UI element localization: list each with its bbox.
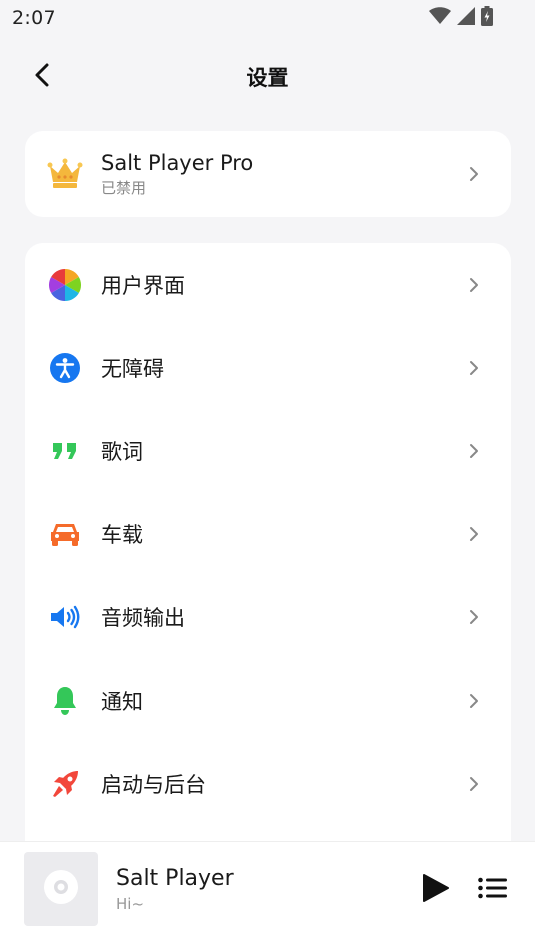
settings-item-startup-background[interactable]: 启动与后台 [25,742,511,825]
settings-item-label: 歌词 [101,439,143,464]
list-icon [478,877,508,903]
settings-item-car[interactable]: 车载 [25,493,511,576]
speaker-icon [47,599,83,635]
status-bar: 2:07 [0,0,535,36]
track-info[interactable]: Salt Player Hi~ [116,866,234,913]
car-icon [47,516,83,552]
chevron-right-icon [467,276,481,294]
settings-item-label: 车载 [101,523,143,548]
bell-icon [47,683,83,719]
track-title: Salt Player [116,866,234,891]
settings-item-ui[interactable]: 用户界面 [25,243,511,326]
accessibility-icon [47,350,83,386]
chevron-right-icon [467,692,481,710]
queue-button[interactable] [477,876,509,904]
wifi-icon [429,7,451,29]
play-button[interactable] [419,874,451,906]
chevron-right-icon [467,608,481,626]
settings-item-label: 启动与后台 [101,772,206,797]
track-subtitle: Hi~ [116,895,145,913]
settings-item-accessibility[interactable]: 无障碍 [25,326,511,409]
quote-icon [47,433,83,469]
chevron-right-icon [467,165,481,183]
settings-item-label: 无障碍 [101,356,164,381]
back-button[interactable] [26,60,58,94]
pro-text: Salt Player Pro 已禁用 [101,151,467,198]
signal-icon [457,7,475,29]
color-wheel-icon [47,267,83,303]
crown-icon [47,156,83,192]
chevron-left-icon [33,62,51,92]
disc-icon [43,869,79,909]
settings-list: 用户界面 无障碍 歌词 车载 音频输出 通知 启动与后台 [25,243,511,883]
chevron-right-icon [467,775,481,793]
status-time: 2:07 [12,7,56,29]
page-title: 设置 [246,66,289,90]
mini-player[interactable]: Salt Player Hi~ [0,841,535,951]
rocket-icon [47,766,83,802]
app-bar: 设置 [0,48,535,106]
play-icon [420,873,450,907]
chevron-right-icon [467,525,481,543]
settings-item-label: 用户界面 [101,273,185,298]
settings-item-lyrics[interactable]: 歌词 [25,409,511,492]
album-art[interactable] [24,852,98,926]
pro-card[interactable]: Salt Player Pro 已禁用 [25,131,511,217]
pro-row[interactable]: Salt Player Pro 已禁用 [25,131,511,217]
settings-item-audio-output[interactable]: 音频输出 [25,576,511,659]
settings-item-label: 音频输出 [101,606,185,631]
battery-icon [481,6,493,30]
status-icons [429,6,493,30]
chevron-right-icon [467,359,481,377]
chevron-right-icon [467,442,481,460]
pro-status: 已禁用 [101,178,147,197]
settings-item-label: 通知 [101,689,143,714]
settings-item-notifications[interactable]: 通知 [25,659,511,742]
pro-title: Salt Player Pro [101,150,254,175]
